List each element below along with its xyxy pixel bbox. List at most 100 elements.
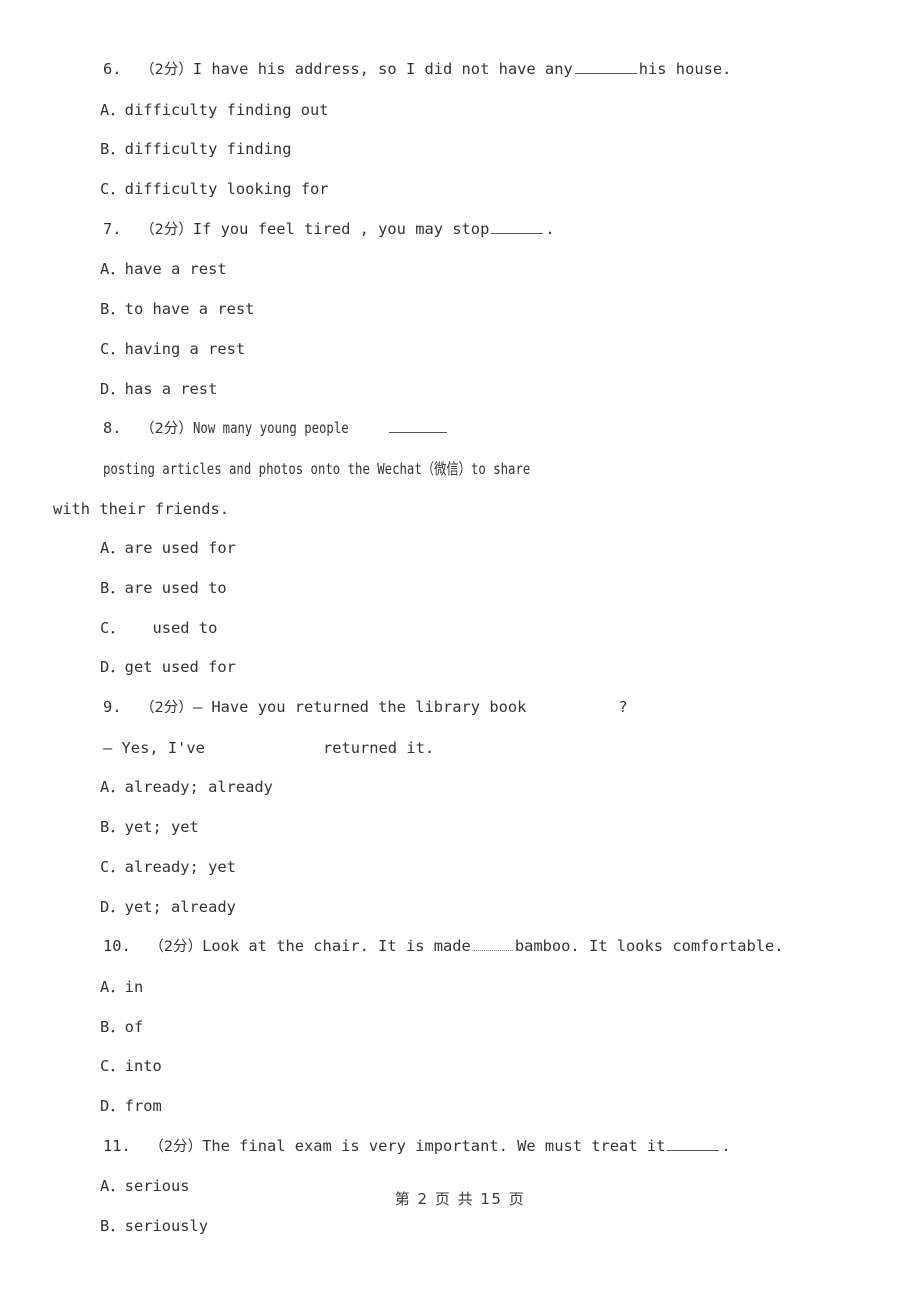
option-label: to have a rest xyxy=(124,300,255,319)
option-letter: A． xyxy=(100,539,125,558)
option-row[interactable]: B．seriously xyxy=(53,1207,867,1247)
option-label: yet; yet xyxy=(124,818,199,837)
question-score: （2分） xyxy=(140,700,193,717)
question-stem: 6. （2分）I have his address, so I did not … xyxy=(53,50,867,91)
question-text-before: Now many young people xyxy=(192,419,349,438)
option-row[interactable]: C． used to xyxy=(53,609,867,649)
option-label: in xyxy=(124,977,144,996)
option-label: from xyxy=(124,1096,162,1115)
question-stem: 7. （2分）If you feel tired , you may stop. xyxy=(53,210,867,251)
option-letter: D． xyxy=(100,658,125,677)
option-label: used to xyxy=(124,618,218,637)
option-letter: D． xyxy=(100,1096,125,1115)
question-number: 9. xyxy=(103,698,122,717)
option-letter: A． xyxy=(100,778,125,797)
option-letter: B． xyxy=(100,579,125,597)
option-row[interactable]: A．in xyxy=(53,968,867,1008)
option-letter: C． xyxy=(100,180,125,199)
question-text-before: The final exam is very important. We mus… xyxy=(202,1136,666,1155)
option-label: difficulty finding xyxy=(124,140,292,159)
option-letter: C． xyxy=(100,339,125,358)
option-row[interactable]: A．are used for xyxy=(53,529,867,569)
option-letter: C． xyxy=(100,618,125,637)
answer-blank[interactable] xyxy=(491,219,544,234)
question-text-after: ? xyxy=(618,698,628,717)
option-letter: A． xyxy=(100,977,125,996)
option-letter: B． xyxy=(100,818,125,837)
question-text-after: bamboo. It looks comfortable. xyxy=(514,937,784,956)
answer-blank[interactable] xyxy=(574,59,637,74)
question-stem: 8. （2分）Now many young people posting arti… xyxy=(53,409,867,489)
question-score: （2分） xyxy=(140,221,193,238)
option-label: already; already xyxy=(124,778,273,797)
option-label: having a rest xyxy=(124,339,246,358)
option-label: get used for xyxy=(124,658,236,677)
question-score: （2分） xyxy=(140,421,193,438)
option-letter: B． xyxy=(100,1217,125,1236)
option-letter: B． xyxy=(100,140,125,159)
option-letter: B． xyxy=(100,300,125,319)
option-row[interactable]: D．from xyxy=(53,1087,867,1127)
answer-blank[interactable] xyxy=(472,936,513,952)
question-score: （2分） xyxy=(149,1138,203,1155)
question-text-before: If you feel tired , you may stop xyxy=(192,219,490,238)
option-row[interactable]: B．of xyxy=(53,1008,867,1048)
question-list: 6. （2分）I have his address, so I did not … xyxy=(53,50,867,1247)
question-stem: 9. （2分）— Have you returned the library b… xyxy=(53,688,867,729)
option-row[interactable]: A．already; already xyxy=(53,768,867,808)
answer-blank[interactable] xyxy=(389,418,448,434)
option-row[interactable]: D．has a rest xyxy=(53,370,867,410)
question-number: 6. xyxy=(103,60,122,78)
option-label: has a rest xyxy=(124,379,218,398)
option-row[interactable]: C．already; yet xyxy=(53,848,867,888)
question-dialogue-reply: — Yes, I've returned it. xyxy=(53,729,867,769)
question-text-after: . xyxy=(721,1136,731,1155)
answer-blank[interactable] xyxy=(667,1136,720,1151)
question-number: 7. xyxy=(103,219,122,238)
option-row[interactable]: A．difficulty finding out xyxy=(53,91,867,131)
option-row[interactable]: B．are used to xyxy=(53,569,867,609)
question-text-after: his house. xyxy=(638,60,732,78)
option-row[interactable]: A．have a rest xyxy=(53,250,867,290)
option-label: difficulty finding out xyxy=(124,100,329,119)
question-text-before: Look at the chair. It is made xyxy=(202,937,471,956)
option-label: difficulty looking for xyxy=(124,180,329,199)
exam-page: 6. （2分）I have his address, so I did not … xyxy=(0,0,920,1302)
option-label: already; yet xyxy=(124,857,236,876)
option-label: are used to xyxy=(124,579,227,597)
question-score: （2分） xyxy=(140,62,193,78)
question-score: （2分） xyxy=(149,939,203,956)
option-label: are used for xyxy=(124,539,236,558)
option-row[interactable]: C．into xyxy=(53,1047,867,1087)
dialogue-text-after: returned it. xyxy=(322,738,435,757)
option-row[interactable]: D．get used for xyxy=(53,648,867,688)
option-row[interactable]: D．yet; already xyxy=(53,888,867,928)
option-label: seriously xyxy=(124,1217,209,1236)
question-number: 11. xyxy=(103,1136,131,1155)
option-label: yet; already xyxy=(124,897,236,916)
question-text-before: I have his address, so I did not have an… xyxy=(192,60,573,78)
option-row[interactable]: B．to have a rest xyxy=(53,290,867,330)
option-letter: B． xyxy=(100,1017,125,1036)
question-number: 8. xyxy=(103,419,122,438)
question-number: 10. xyxy=(103,937,131,956)
option-letter: C． xyxy=(100,857,125,876)
option-letter: A． xyxy=(100,260,125,279)
question-stem: 11. （2分）The final exam is very important… xyxy=(53,1127,867,1168)
option-row[interactable]: B．yet; yet xyxy=(53,808,867,848)
option-letter: D． xyxy=(100,897,125,916)
option-letter: D． xyxy=(100,379,125,398)
question-stem: 10. （2分）Look at the chair. It is made bam… xyxy=(53,927,867,968)
option-label: of xyxy=(124,1017,144,1036)
option-letter: C． xyxy=(100,1057,125,1076)
question-text-after: . xyxy=(545,219,555,238)
option-row[interactable]: C．difficulty looking for xyxy=(53,170,867,210)
dialogue-text-before: — Yes, I've xyxy=(103,738,205,757)
option-letter: A． xyxy=(100,100,125,119)
question-text-after: posting articles and photos onto the Wec… xyxy=(103,459,531,478)
question-text-before: — Have you returned the library book xyxy=(192,698,527,717)
option-label: have a rest xyxy=(124,260,227,279)
option-row[interactable]: C．having a rest xyxy=(53,330,867,370)
option-row[interactable]: B．difficulty finding xyxy=(53,130,867,170)
option-label: into xyxy=(124,1057,162,1076)
